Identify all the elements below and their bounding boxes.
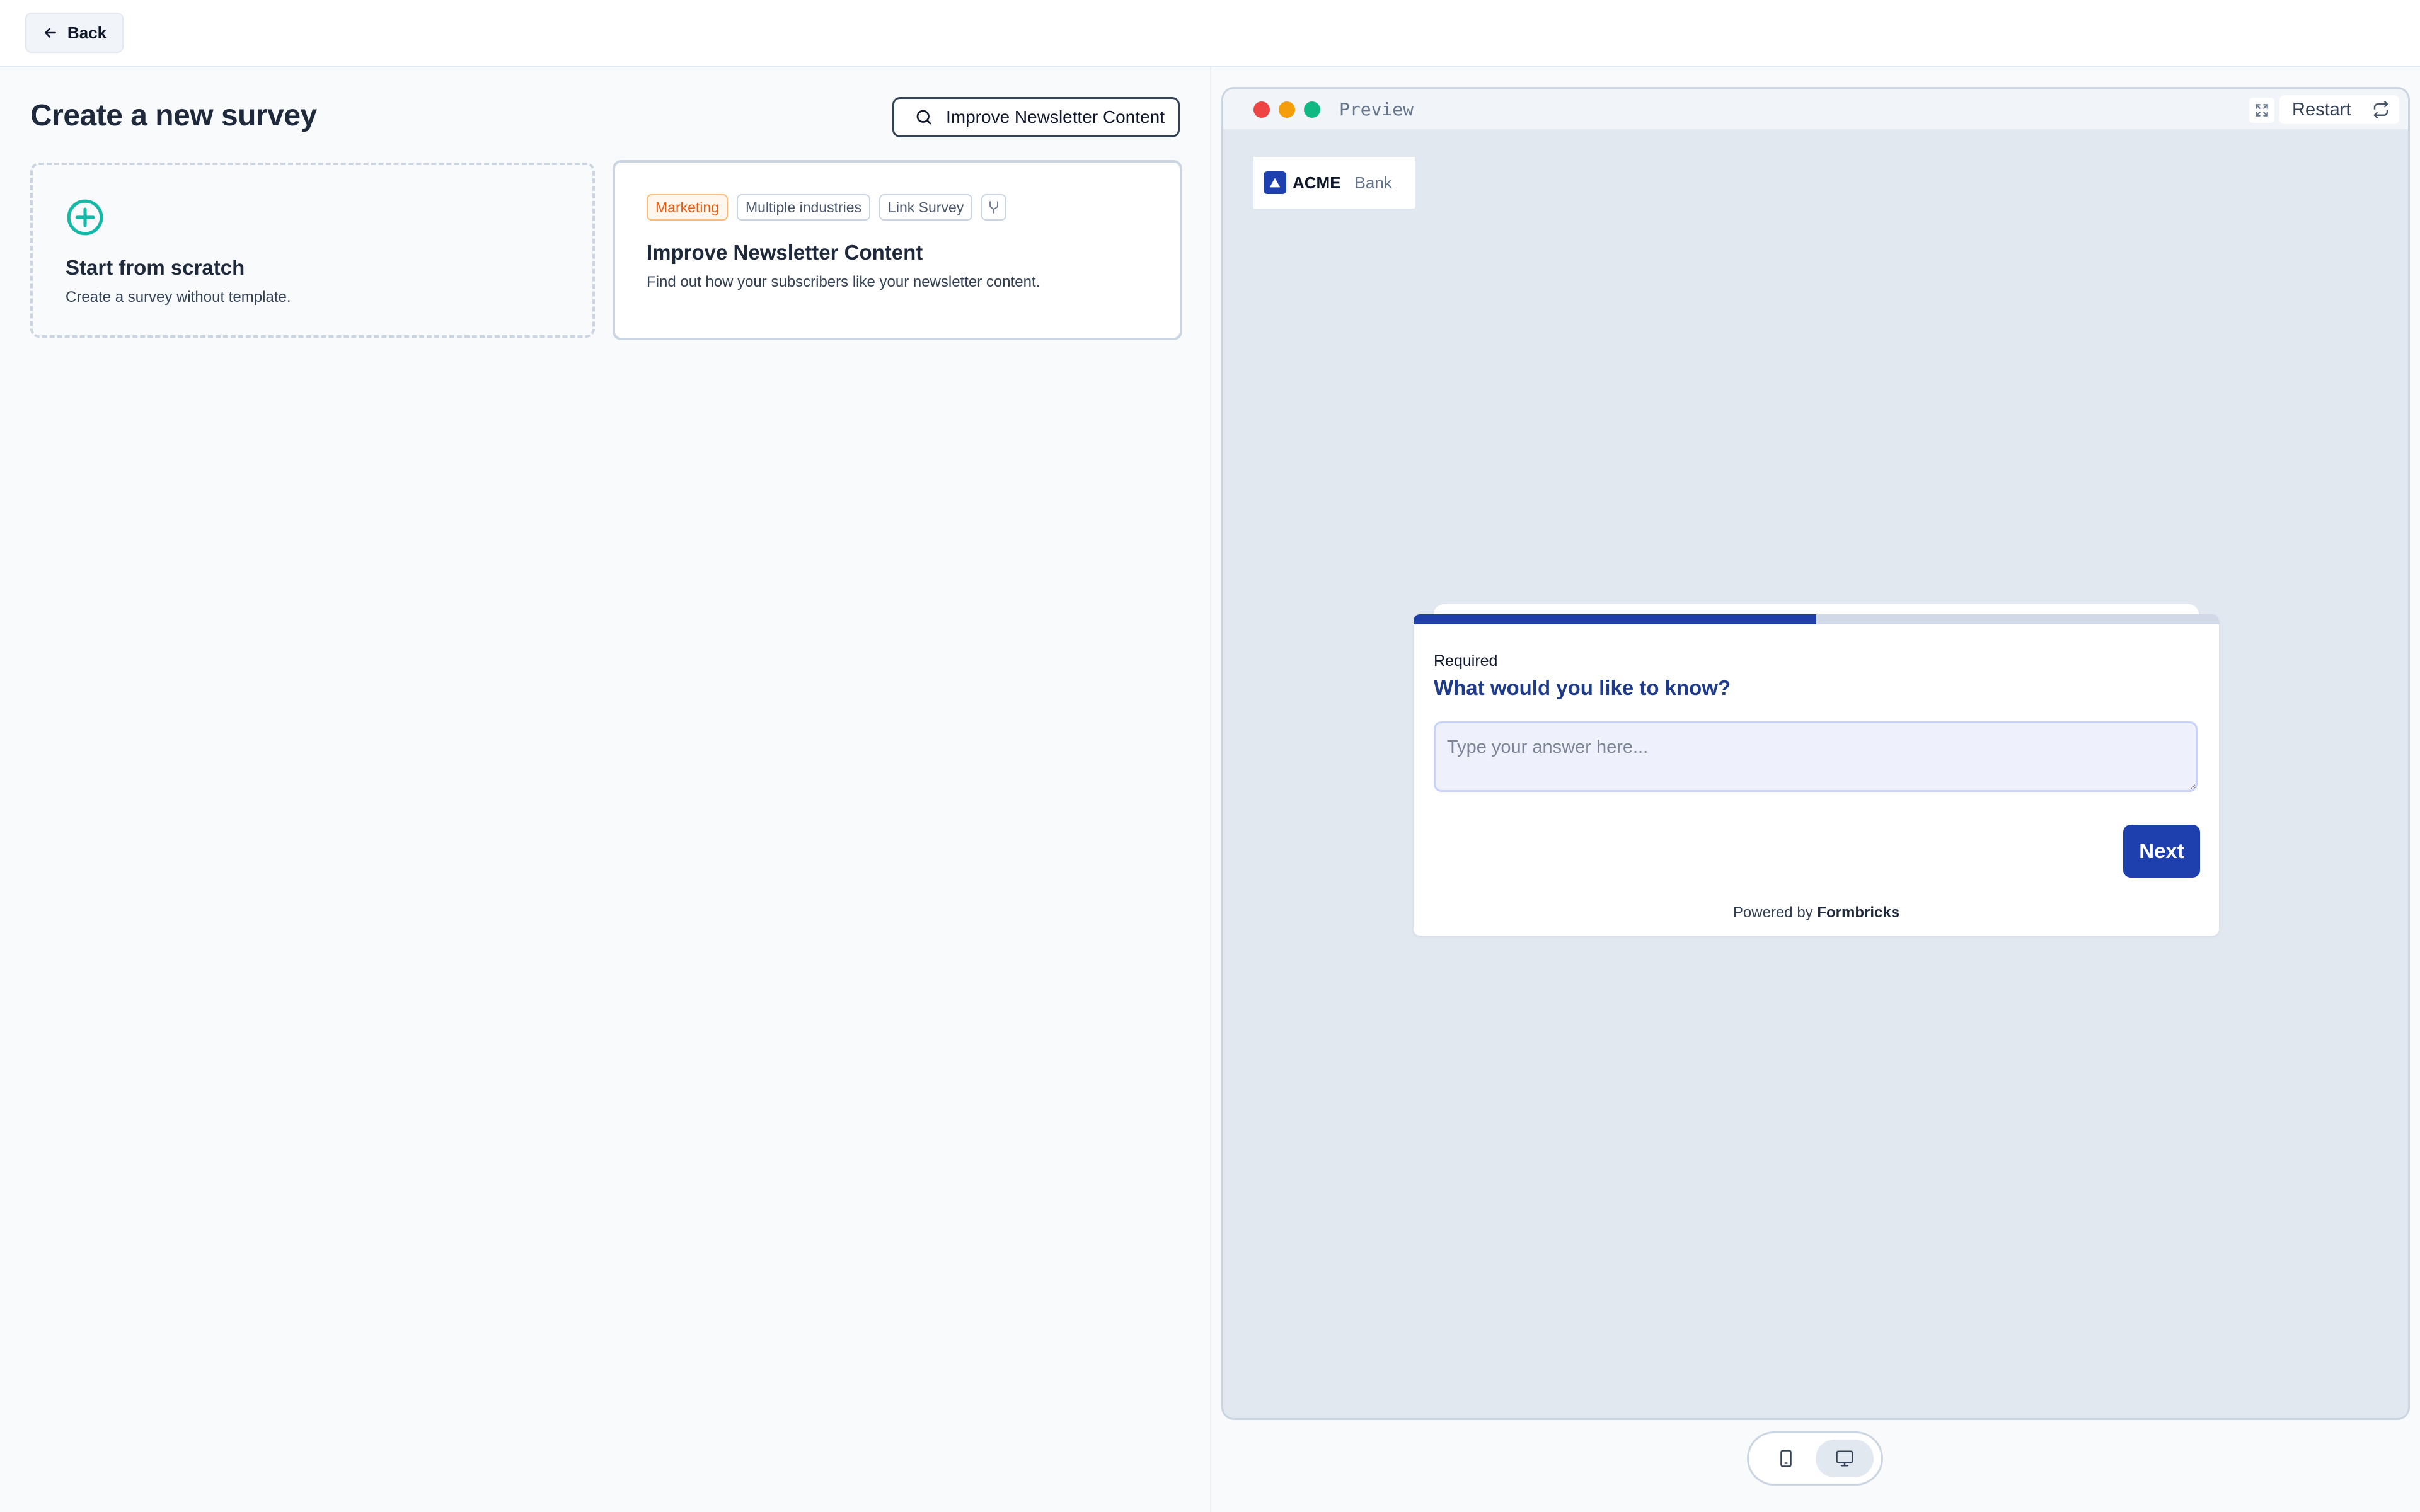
start-from-scratch-card[interactable]: Start from scratch Create a survey witho… — [30, 163, 595, 338]
brand-logo-block: ACME Bank — [1253, 157, 1415, 209]
page-title: Create a new survey — [30, 99, 317, 132]
tag-industries: Multiple industries — [736, 194, 871, 220]
question-headline: What would you like to know? — [1434, 676, 1731, 699]
brand-sub: Bank — [1354, 173, 1392, 192]
top-bar: Back — [0, 0, 2420, 67]
powered-prefix: Powered by — [1732, 904, 1813, 921]
window-dot-red — [1253, 101, 1270, 118]
expand-button[interactable] — [2249, 98, 2274, 123]
template-title: Improve Newsletter Content — [647, 241, 923, 264]
powered-by[interactable]: Powered by Formbricks — [1414, 904, 2219, 922]
scratch-description: Create a survey without template. — [66, 289, 291, 306]
scratch-title: Start from scratch — [66, 256, 245, 279]
survey-widget: Required What would you like to know? Ne… — [1414, 604, 2219, 936]
restart-label: Restart — [2292, 99, 2351, 120]
device-toggle — [1747, 1431, 1883, 1486]
mobile-view-button[interactable] — [1757, 1440, 1815, 1477]
template-card[interactable]: Marketing Multiple industries Link Surve… — [613, 160, 1182, 340]
smartphone-icon — [1780, 1450, 1792, 1467]
template-description: Find out how your subscribers like your … — [647, 273, 1040, 290]
desktop-view-button[interactable] — [1815, 1440, 1874, 1477]
branch-icon — [989, 201, 999, 214]
restart-button[interactable]: Restart — [2279, 95, 2399, 124]
preview-toolbar: Preview Restart — [1223, 89, 2408, 130]
arrow-left-icon — [45, 28, 56, 38]
window-dot-orange — [1279, 101, 1295, 118]
plus-circle-icon — [67, 199, 103, 236]
required-label: Required — [1434, 652, 1498, 670]
acme-logo-icon — [1264, 171, 1286, 194]
search-input[interactable] — [946, 107, 1173, 127]
back-label: Back — [67, 23, 107, 42]
powered-brand: Formbricks — [1817, 904, 1900, 921]
branch-badge — [981, 194, 1007, 220]
answer-field[interactable] — [1434, 721, 2198, 792]
window-dot-green — [1304, 101, 1320, 118]
panel-divider — [1210, 67, 1211, 1512]
back-button[interactable]: Back — [25, 13, 124, 53]
preview-label: Preview — [1339, 99, 1414, 120]
tag-marketing: Marketing — [647, 194, 728, 220]
progress-fill — [1414, 614, 1816, 624]
expand-icon — [2256, 104, 2268, 117]
progress-bar — [1414, 614, 2219, 624]
template-search[interactable] — [892, 97, 1180, 137]
tag-survey-type: Link Survey — [879, 194, 973, 220]
repeat-icon — [2373, 101, 2388, 118]
search-icon — [916, 110, 931, 125]
survey-card: Required What would you like to know? Ne… — [1414, 614, 2219, 936]
monitor-icon — [1835, 1450, 1853, 1467]
template-tags: Marketing Multiple industries Link Surve… — [647, 194, 1007, 220]
brand-name: ACME — [1293, 173, 1341, 192]
preview-panel: Preview Restart ACME Bank Required What … — [1221, 87, 2410, 1420]
next-button[interactable]: Next — [2123, 825, 2200, 878]
